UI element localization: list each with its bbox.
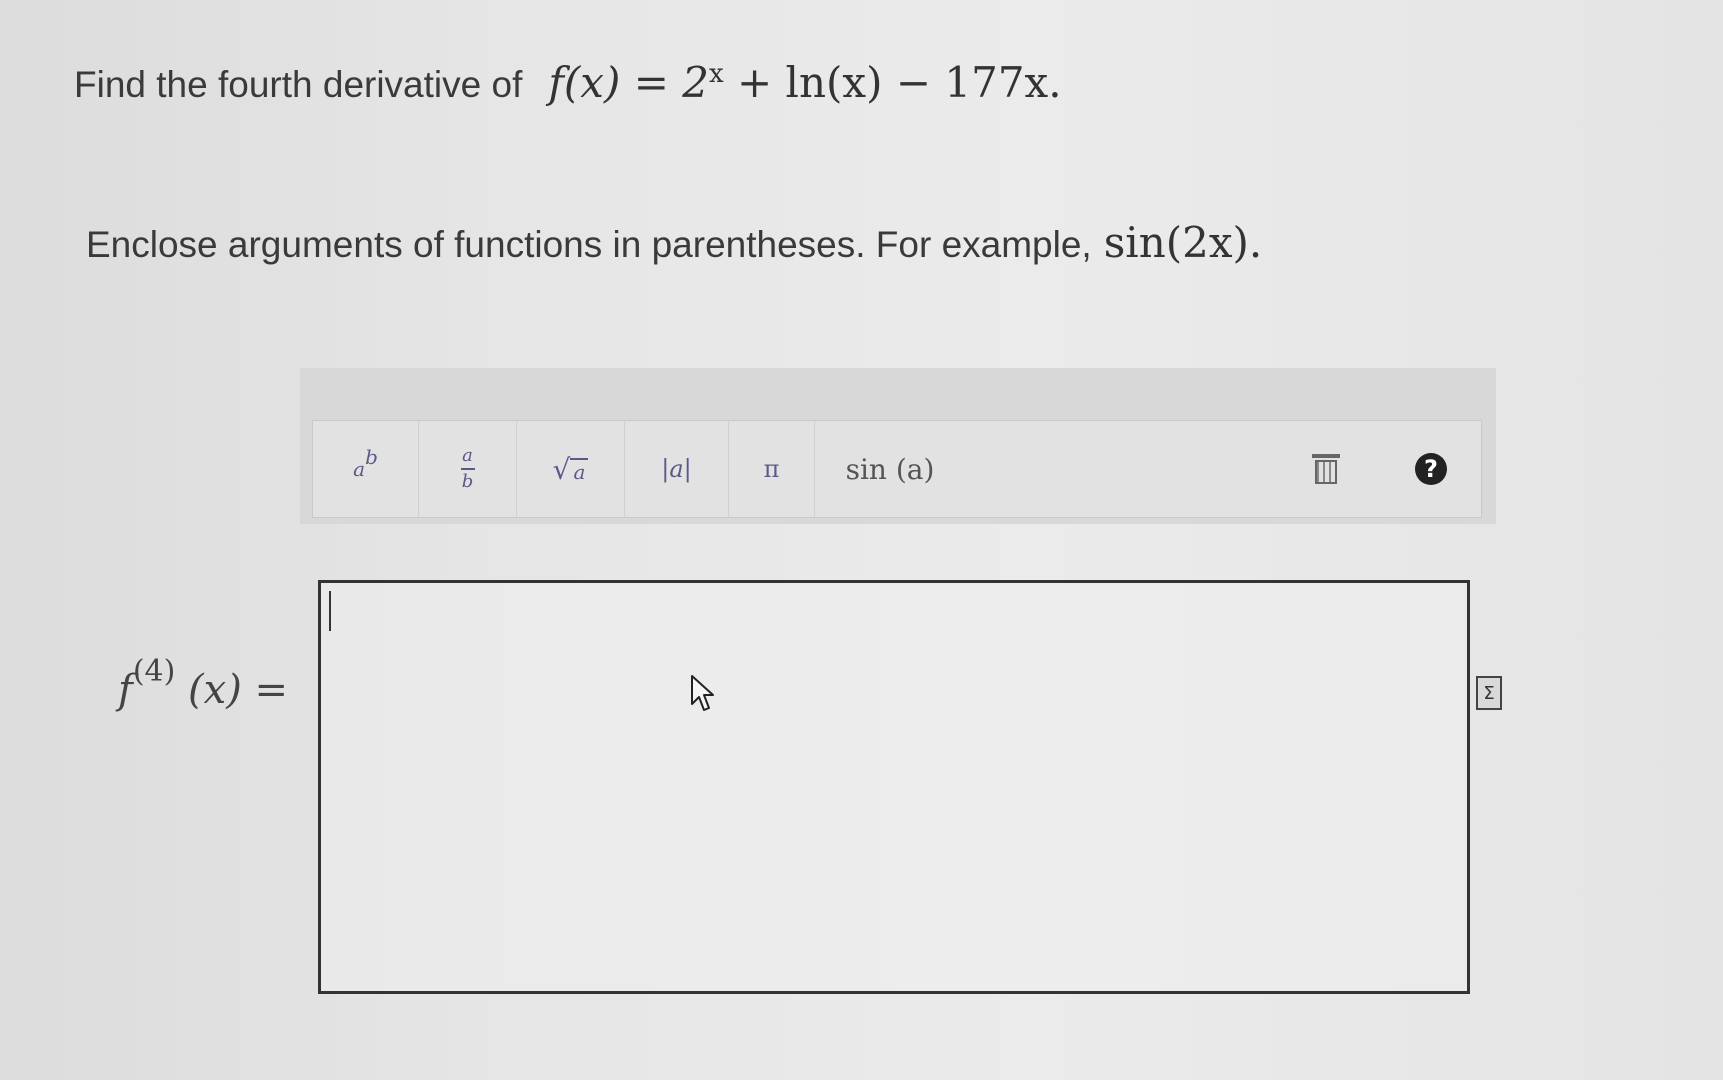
abs-icon: |a| <box>661 455 692 483</box>
mouse-pointer-icon <box>691 675 714 711</box>
help-button[interactable]: ? <box>1381 421 1481 517</box>
fraction-bar <box>460 468 475 470</box>
answer-input[interactable] <box>318 580 1470 994</box>
clear-button[interactable] <box>1271 421 1381 517</box>
answer-label-arg: (x) = <box>188 667 289 713</box>
sin-label: sin (a) <box>845 452 935 486</box>
math-toolbar: ab a b √ a |a| π sin (a) ? <box>312 420 1482 518</box>
question-text: Find the fourth derivative of f(x) = 2x … <box>74 58 1062 107</box>
absolute-value-button[interactable]: |a| <box>625 421 729 517</box>
power-base: a <box>353 457 366 481</box>
instruction-prompt: Enclose arguments of functions in parent… <box>86 224 1092 265</box>
formula-lhs: f(x) = 2 <box>548 58 709 107</box>
text-cursor <box>329 591 331 631</box>
fraction-num: a <box>462 445 473 466</box>
fraction-icon: a b <box>460 445 475 492</box>
instruction-text: Enclose arguments of functions in parent… <box>86 218 1262 267</box>
sqrt-button[interactable]: √ a <box>517 421 625 517</box>
answer-label: f(4) (x) = <box>118 654 288 713</box>
fraction-button[interactable]: a b <box>419 421 517 517</box>
formula-exponent: x <box>708 59 724 89</box>
math-toolbar-panel: ab a b √ a |a| π sin (a) ? <box>300 368 1496 524</box>
answer-label-order: (4) <box>132 654 176 689</box>
pi-icon: π <box>763 455 780 483</box>
trash-icon <box>1312 454 1340 484</box>
question-formula: f(x) = 2x + ln(x) − 177x. <box>548 58 1061 107</box>
sqrt-symbol: √ <box>552 452 571 486</box>
answer-label-f: f <box>118 667 133 713</box>
help-icon: ? <box>1415 453 1447 485</box>
question-prompt: Find the fourth derivative of <box>74 64 523 105</box>
formula-rhs: + ln(x) − 177x. <box>723 58 1062 107</box>
sqrt-radicand: a <box>570 457 589 484</box>
power-button[interactable]: ab <box>313 421 419 517</box>
sqrt-icon: √ a <box>553 453 589 486</box>
sigma-button[interactable]: Σ <box>1476 676 1502 710</box>
fraction-den: b <box>461 471 474 492</box>
sin-button[interactable]: sin (a) <box>815 421 965 517</box>
pi-button[interactable]: π <box>729 421 815 517</box>
power-exp: b <box>365 445 378 469</box>
instruction-example: sin(2x). <box>1103 218 1263 267</box>
